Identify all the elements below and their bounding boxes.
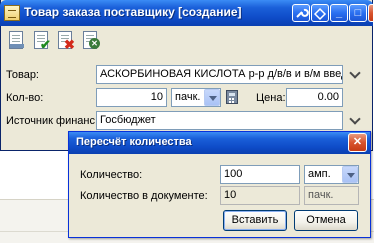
price-label: Цена: <box>256 92 286 104</box>
product-field[interactable]: АСКОРБИНОВАЯ КИСЛОТА р-р д/в/в и в/м вве… <box>96 65 343 84</box>
qty-unit-value: пачк. <box>175 91 201 103</box>
app-icon <box>4 5 20 21</box>
dialog-qty-input[interactable]: 100 <box>220 165 300 184</box>
minimize-button[interactable]: _ <box>330 4 348 22</box>
maximize-button[interactable]: □ <box>349 4 367 22</box>
save-check-icon[interactable]: ✔ <box>31 30 53 52</box>
window-title: Товар заказа поставщику [создание] <box>24 5 242 19</box>
price-field[interactable]: 0.00 <box>286 88 343 107</box>
delete-icon[interactable]: ✖ <box>55 30 77 52</box>
product-label: Товар: <box>6 69 39 81</box>
qty-field[interactable]: 10 <box>96 88 167 107</box>
funding-field[interactable]: Госбюджет <box>96 111 343 130</box>
dialog-doc-unit-field: пачк. <box>304 186 359 205</box>
wrench-icon[interactable] <box>292 4 310 22</box>
dialog-close-button[interactable]: ✕ <box>348 133 367 152</box>
chevron-down-icon[interactable] <box>348 115 362 125</box>
chevron-down-icon[interactable] <box>348 69 362 79</box>
close-button[interactable] <box>368 4 373 22</box>
cancel-button[interactable]: Отмена <box>294 210 358 231</box>
insert-button[interactable]: Вставить <box>223 210 287 231</box>
dialog-unit-select[interactable]: амп. <box>304 165 359 184</box>
funding-label: Источник финанс.: <box>6 115 102 127</box>
dialog-title: Пересчёт количества <box>76 136 192 148</box>
qty-unit-select[interactable]: пачк. <box>171 88 221 107</box>
dialog-qty-label: Количество: <box>80 169 143 181</box>
new-doc-icon[interactable] <box>6 30 28 52</box>
qty-label: Кол-во: <box>6 92 44 104</box>
chevron-down-icon[interactable] <box>342 166 358 183</box>
chevron-down-icon[interactable] <box>204 89 220 106</box>
calculator-icon[interactable] <box>226 90 238 104</box>
dialog-doc-qty-field: 10 <box>220 186 300 205</box>
close-doc-icon[interactable]: ✕ <box>80 30 102 52</box>
view-icon[interactable] <box>311 4 329 22</box>
dialog-doc-qty-label: Количество в документе: <box>80 190 208 202</box>
dialog-unit-value: амп. <box>308 168 331 180</box>
